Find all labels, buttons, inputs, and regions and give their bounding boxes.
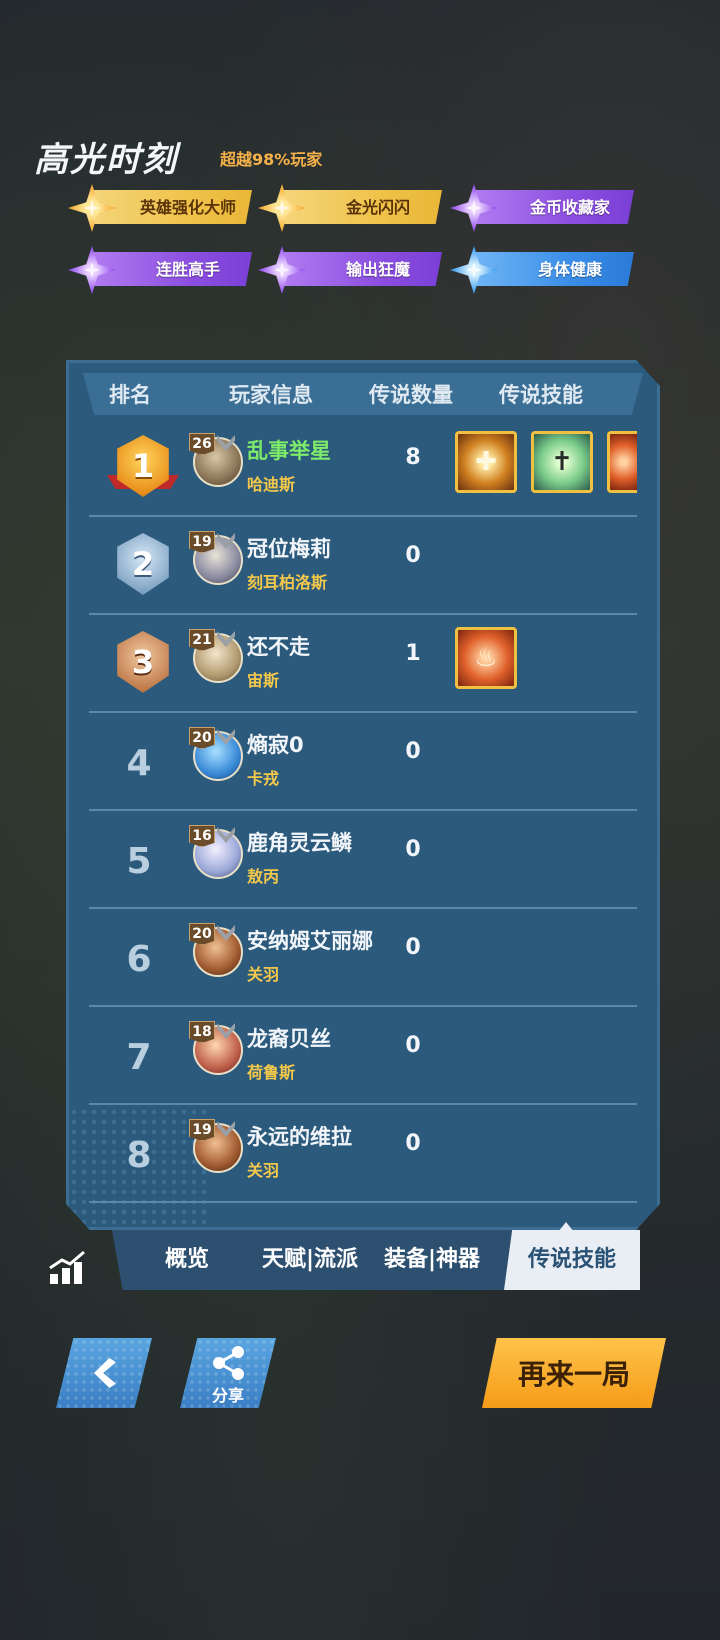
rank-number: 7 xyxy=(126,1037,152,1078)
hero-name: 宙斯 xyxy=(247,671,280,690)
badge-healthy[interactable]: 身体健康 xyxy=(450,246,634,294)
level-badge: 26 xyxy=(189,433,215,455)
rank-number: 6 xyxy=(126,939,152,980)
level-badge: 18 xyxy=(189,1021,215,1043)
table-row[interactable]: 1 26 乱事举星 哈迪斯 8 ✚ ✝ xyxy=(89,419,637,517)
share-icon xyxy=(213,1346,244,1380)
grave-skill-icon[interactable]: ✝ xyxy=(531,431,593,493)
tab-overview[interactable]: 概览 xyxy=(132,1230,242,1290)
table-row[interactable]: 4 20 熵寂0 卡戎 0 xyxy=(89,713,637,811)
hero-name: 关羽 xyxy=(247,1161,280,1180)
pot-skill-icon[interactable]: ♨ xyxy=(455,627,517,689)
hero-name: 哈迪斯 xyxy=(247,475,296,494)
highlights-title: 高光时刻 xyxy=(34,140,178,180)
hero-name: 卡戎 xyxy=(247,769,280,788)
table-row[interactable]: 8 19 永远的维拉 关羽 0 xyxy=(89,1105,637,1203)
player-name: 永远的维拉 xyxy=(247,1125,352,1149)
play-again-button[interactable]: 再来一局 xyxy=(482,1338,666,1408)
player-name: 冠位梅莉 xyxy=(247,537,331,561)
tab-legend-skills[interactable]: 传说技能 xyxy=(504,1230,640,1290)
legend-count: 0 xyxy=(405,935,421,960)
legend-count: 0 xyxy=(405,739,421,764)
legend-count: 0 xyxy=(405,543,421,568)
table-row[interactable]: 7 18 龙裔贝丝 荷鲁斯 0 xyxy=(89,1007,637,1105)
ranking-panel: 排名 玩家信息 传说数量 传说技能 1 26 乱事举星 哈迪斯 8 ✚ ✝ 2 … xyxy=(66,360,660,1230)
rank-number: 8 xyxy=(126,1135,152,1176)
hero-name: 刻耳柏洛斯 xyxy=(247,573,328,592)
badge-hero-enhance-master[interactable]: 英雄强化大师 xyxy=(68,184,252,232)
hero-name: 关羽 xyxy=(247,965,280,984)
player-name: 乱事举星 xyxy=(247,439,331,463)
header-legend-skills: 传说技能 xyxy=(499,383,583,407)
highlights-percentile: 超越98%玩家 xyxy=(220,150,323,169)
legend-count: 0 xyxy=(405,837,421,862)
player-name: 鹿角灵云鳞 xyxy=(247,831,352,855)
rank-number: 4 xyxy=(126,743,152,784)
legend-count: 1 xyxy=(405,641,421,666)
badge-golden-shine[interactable]: 金光闪闪 xyxy=(258,184,442,232)
level-badge: 20 xyxy=(189,727,215,749)
legend-count: 0 xyxy=(405,1033,421,1058)
player-name: 安纳姆艾丽娜 xyxy=(247,929,373,953)
table-row[interactable]: 6 20 安纳姆艾丽娜 关羽 0 xyxy=(89,909,637,1007)
sun-cross-skill-icon[interactable]: ✚ xyxy=(455,431,517,493)
pot-skill-icon[interactable] xyxy=(607,431,637,493)
level-badge: 19 xyxy=(189,1119,215,1141)
player-name: 熵寂0 xyxy=(247,733,304,757)
table-header: 排名 玩家信息 传说数量 传说技能 xyxy=(83,373,643,415)
player-name: 还不走 xyxy=(247,635,310,659)
level-badge: 20 xyxy=(189,923,215,945)
player-name: 龙裔贝丝 xyxy=(247,1027,331,1051)
legend-count: 8 xyxy=(405,445,421,470)
bronze-medal-icon: 3 xyxy=(117,631,169,693)
tab-talent-school[interactable]: 天赋|流派 xyxy=(252,1230,368,1290)
tab-equipment-artifact[interactable]: 装备|神器 xyxy=(374,1230,490,1290)
badge-coin-collector[interactable]: 金币收藏家 xyxy=(450,184,634,232)
hero-name: 敖丙 xyxy=(247,867,280,886)
level-badge: 19 xyxy=(189,531,215,553)
silver-medal-icon: 2 xyxy=(117,533,169,595)
hero-name: 荷鲁斯 xyxy=(247,1063,296,1082)
header-rank: 排名 xyxy=(109,383,151,407)
table-row[interactable]: 2 19 冠位梅莉 刻耳柏洛斯 0 xyxy=(89,517,637,615)
table-row[interactable]: 3 21 还不走 宙斯 1 ♨ xyxy=(89,615,637,713)
rank-number: 5 xyxy=(126,841,152,882)
header-player-info: 玩家信息 xyxy=(229,383,313,407)
level-badge: 16 xyxy=(189,825,215,847)
badge-winning-streak[interactable]: 连胜高手 xyxy=(68,246,252,294)
legend-count: 0 xyxy=(405,1131,421,1156)
stats-chart-icon[interactable] xyxy=(48,1250,88,1286)
table-row[interactable]: 5 16 鹿角灵云鳞 敖丙 0 xyxy=(89,811,637,909)
back-arrow-icon xyxy=(94,1358,116,1388)
badge-damage-dealer[interactable]: 输出狂魔 xyxy=(258,246,442,294)
header-legend-count: 传说数量 xyxy=(369,383,453,407)
bottom-tab-bar: 概览 天赋|流派 装备|神器 传说技能 xyxy=(112,1230,640,1290)
level-badge: 21 xyxy=(189,629,215,651)
